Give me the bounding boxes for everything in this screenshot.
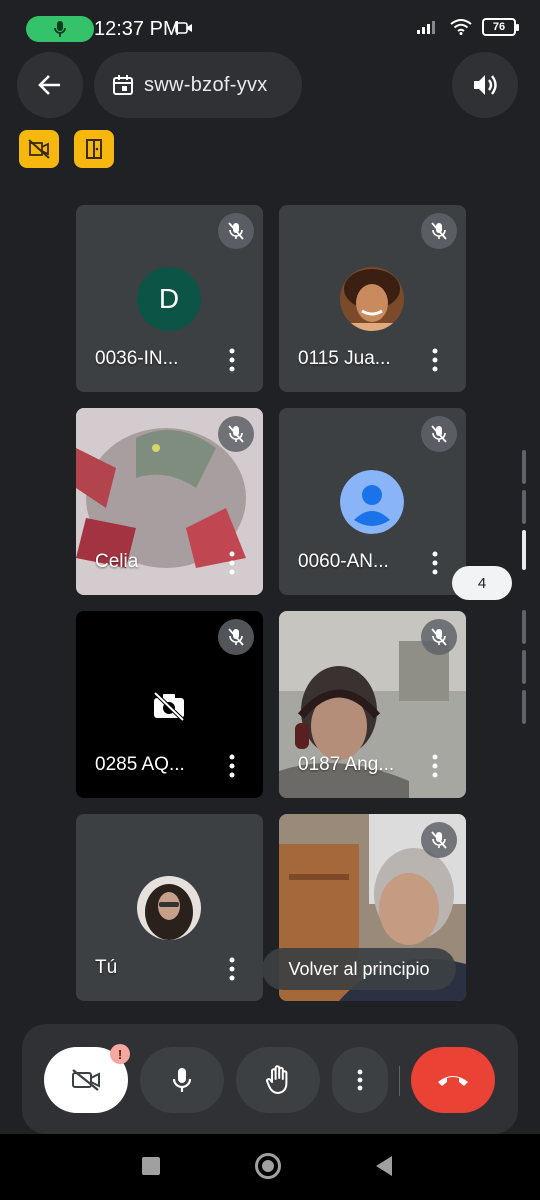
participant-name: 0285 AQ... (95, 754, 185, 775)
muted-mic-icon (421, 213, 457, 249)
system-nav-bar (0, 1134, 540, 1200)
more-vert-icon[interactable] (425, 345, 445, 375)
muted-mic-icon (218, 619, 254, 655)
back-triangle-icon[interactable] (374, 1155, 394, 1177)
muted-mic-icon (421, 822, 457, 858)
avatar (340, 267, 404, 331)
door-exit-icon (86, 139, 102, 159)
participant-tile[interactable]: 0115 Jua... (279, 205, 466, 392)
recents-square-icon[interactable] (142, 1157, 160, 1175)
divider (399, 1066, 400, 1096)
home-circle-icon[interactable] (255, 1153, 281, 1179)
avatar: D (137, 267, 201, 331)
more-options-button[interactable] (332, 1047, 388, 1113)
scroll-indicator[interactable] (522, 450, 526, 740)
camera-warning-badge: ! (110, 1044, 130, 1064)
more-vert-icon[interactable] (425, 548, 445, 578)
battery-icon: 76 (482, 18, 519, 36)
muted-mic-icon (421, 619, 457, 655)
host-video-lock-badge[interactable] (19, 130, 59, 168)
meeting-code: sww-bzof-yvx (144, 73, 268, 96)
audio-output-button[interactable] (452, 52, 518, 118)
status-bar: 12:37 PM 76 (0, 0, 540, 56)
more-vert-icon[interactable] (425, 751, 445, 781)
avatar (137, 876, 201, 940)
participant-tile[interactable]: Celia (76, 408, 263, 595)
more-vert-icon[interactable] (222, 548, 242, 578)
calendar-icon (113, 75, 133, 95)
participant-name: 0036-IN... (95, 348, 179, 369)
participant-tile[interactable]: D 0036-IN... (76, 205, 263, 392)
camera-off-icon (153, 691, 185, 721)
back-to-top-button[interactable]: Volver al principio (262, 948, 456, 990)
end-call-icon (438, 1076, 468, 1086)
mic-icon (172, 1068, 192, 1092)
muted-mic-icon (421, 416, 457, 452)
mic-icon (54, 21, 66, 37)
host-access-badge[interactable] (74, 130, 114, 168)
more-vert-icon (357, 1069, 363, 1091)
speaker-icon (474, 75, 497, 95)
muted-mic-icon (218, 416, 254, 452)
participant-tile[interactable]: 0285 AQ... (76, 611, 263, 798)
more-vert-icon[interactable] (222, 751, 242, 781)
camera-off-icon (72, 1069, 100, 1091)
no-video-lock-icon (28, 139, 50, 159)
meeting-info-button[interactable]: sww-bzof-yvx (94, 52, 302, 118)
wifi-icon (450, 19, 472, 35)
participant-name: 0060-AN... (298, 551, 389, 572)
participant-name: 0187 Ang... (298, 754, 395, 775)
participant-name: Celia (95, 551, 139, 572)
mic-active-indicator (26, 16, 94, 42)
camera-recording-icon (175, 22, 192, 34)
participant-name: 0115 Jua... (298, 348, 391, 369)
participant-tile[interactable]: 0187 Ang... (279, 611, 466, 798)
arrow-left-icon (38, 75, 60, 95)
back-button[interactable] (17, 52, 83, 118)
status-time: 12:37 PM (94, 18, 180, 40)
person-icon (340, 470, 404, 534)
more-vert-icon[interactable] (222, 345, 242, 375)
participant-name: Tú (95, 957, 118, 978)
self-participant-tile[interactable]: Tú (76, 814, 263, 1001)
participant-tile[interactable]: 0060-AN... (279, 408, 466, 595)
more-vert-icon[interactable] (222, 954, 242, 984)
raise-hand-icon (266, 1065, 288, 1094)
mic-toggle-button[interactable] (140, 1047, 224, 1113)
end-call-button[interactable] (411, 1047, 495, 1113)
raise-hand-button[interactable] (236, 1047, 320, 1113)
muted-mic-icon (218, 213, 254, 249)
page-indicator: 4 (452, 566, 512, 600)
signal-icon (417, 21, 435, 34)
call-controls: ! (22, 1024, 518, 1134)
